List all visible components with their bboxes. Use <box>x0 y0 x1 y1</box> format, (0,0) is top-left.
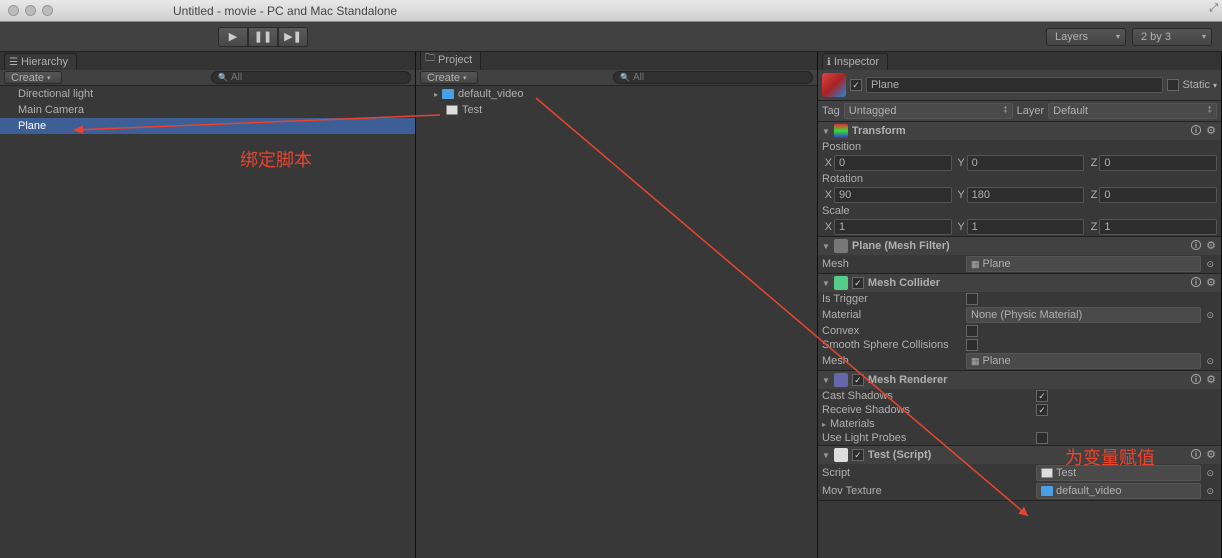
min-dot[interactable] <box>25 5 36 16</box>
gear-icon[interactable]: ⚙ <box>1205 240 1217 252</box>
foldout-icon[interactable]: ▼ <box>822 127 830 136</box>
rot-z-field[interactable]: 0 <box>1099 187 1217 203</box>
light-probes-checkbox[interactable] <box>1036 432 1048 444</box>
project-panel: 🗀Project Create All ▸default_video Test <box>416 52 818 558</box>
foldout-icon[interactable]: ▼ <box>822 242 830 251</box>
hierarchy-panel: ☰Hierarchy Create All Directional light … <box>0 52 416 558</box>
renderer-enabled-checkbox[interactable]: ✓ <box>852 374 864 386</box>
convex-checkbox[interactable] <box>966 325 978 337</box>
foldout-icon[interactable]: ▼ <box>822 376 830 385</box>
hierarchy-icon: ☰ <box>9 57 18 68</box>
window-titlebar: Untitled - movie - PC and Mac Standalone… <box>0 0 1222 22</box>
help-icon[interactable]: 🛈 <box>1190 277 1202 289</box>
pos-z-field[interactable]: 0 <box>1099 155 1217 171</box>
expand-icon[interactable]: ⤢ <box>1209 2 1218 15</box>
mesh-renderer-icon <box>834 373 848 387</box>
is-trigger-checkbox[interactable] <box>966 293 978 305</box>
folder-icon: 🗀 <box>425 51 435 68</box>
hierarchy-item[interactable]: Main Camera <box>0 102 415 118</box>
script-icon <box>446 105 458 115</box>
transform-icon <box>834 124 848 138</box>
inspector-tab[interactable]: ℹInspector <box>822 53 888 70</box>
collider-enabled-checkbox[interactable]: ✓ <box>852 277 864 289</box>
gameobject-cube-icon <box>822 73 846 97</box>
collider-mesh-field[interactable]: ▦Plane <box>966 353 1201 369</box>
rot-x-field[interactable]: 90 <box>834 187 952 203</box>
gear-icon[interactable]: ⚙ <box>1205 449 1217 461</box>
mesh-filter-icon <box>834 239 848 253</box>
help-icon[interactable]: 🛈 <box>1190 125 1202 137</box>
max-dot[interactable] <box>42 5 53 16</box>
hierarchy-search[interactable]: All <box>211 71 411 84</box>
test-script-component: ▼✓Test (Script)🛈⚙ ScriptTest Mov Texture… <box>818 446 1221 501</box>
play-controls: ▶ ❚❚ ▶❚ <box>218 27 308 47</box>
hierarchy-list: Directional light Main Camera Plane <box>0 86 415 558</box>
smooth-checkbox[interactable] <box>966 339 978 351</box>
main-toolbar: ▶ ❚❚ ▶❚ Layers 2 by 3 <box>0 22 1222 52</box>
help-icon[interactable]: 🛈 <box>1190 374 1202 386</box>
foldout-icon[interactable]: ▸ <box>822 420 826 429</box>
mesh-renderer-component: ▼✓Mesh Renderer🛈⚙ Cast Shadows✓ Receive … <box>818 371 1221 446</box>
step-button[interactable]: ▶❚ <box>278 27 308 47</box>
hierarchy-tab[interactable]: ☰Hierarchy <box>4 53 77 70</box>
pos-x-field[interactable]: 0 <box>834 155 952 171</box>
traffic-lights <box>8 5 53 16</box>
gear-icon[interactable]: ⚙ <box>1205 125 1217 137</box>
project-search[interactable]: All <box>613 71 813 84</box>
gear-icon[interactable]: ⚙ <box>1205 277 1217 289</box>
receive-shadows-checkbox[interactable]: ✓ <box>1036 404 1048 416</box>
rot-y-field[interactable]: 180 <box>967 187 1085 203</box>
scl-y-field[interactable]: 1 <box>967 219 1085 235</box>
movie-icon <box>1041 486 1053 496</box>
project-create-button[interactable]: Create <box>420 71 478 84</box>
scl-z-field[interactable]: 1 <box>1099 219 1217 235</box>
play-button[interactable]: ▶ <box>218 27 248 47</box>
script-field[interactable]: Test <box>1036 465 1201 481</box>
script-icon <box>1041 468 1053 478</box>
pause-button[interactable]: ❚❚ <box>248 27 278 47</box>
transform-component: ▼Transform🛈⚙ Position X0 Y0 Z0 Rotation … <box>818 122 1221 237</box>
active-checkbox[interactable]: ✓ <box>850 79 862 91</box>
tag-dropdown[interactable]: Untagged <box>844 103 1013 119</box>
mesh-filter-component: ▼Plane (Mesh Filter)🛈⚙ Mesh▦Plane <box>818 237 1221 274</box>
mesh-field[interactable]: ▦Plane <box>966 256 1201 272</box>
cast-shadows-checkbox[interactable]: ✓ <box>1036 390 1048 402</box>
hierarchy-create-button[interactable]: Create <box>4 71 62 84</box>
physic-material-field[interactable]: None (Physic Material) <box>966 307 1201 323</box>
layers-dropdown[interactable]: Layers <box>1046 28 1126 46</box>
mesh-collider-icon <box>834 276 848 290</box>
layout-dropdown[interactable]: 2 by 3 <box>1132 28 1212 46</box>
movie-icon <box>442 89 454 99</box>
hierarchy-item-selected[interactable]: Plane <box>0 118 415 134</box>
help-icon[interactable]: 🛈 <box>1190 240 1202 252</box>
close-dot[interactable] <box>8 5 19 16</box>
mov-texture-field[interactable]: default_video <box>1036 483 1201 499</box>
foldout-icon[interactable]: ▼ <box>822 451 830 460</box>
script-enabled-checkbox[interactable]: ✓ <box>852 449 864 461</box>
gear-icon[interactable]: ⚙ <box>1205 374 1217 386</box>
static-toggle[interactable]: Static▾ <box>1167 79 1217 91</box>
foldout-icon[interactable]: ▼ <box>822 279 830 288</box>
project-item[interactable]: ▸default_video <box>416 86 817 102</box>
tag-label: Tag <box>822 105 840 117</box>
inspector-panel: ℹInspector ✓ Plane Static▾ Tag Untagged … <box>818 52 1222 558</box>
layer-dropdown[interactable]: Default <box>1048 103 1217 119</box>
project-list: ▸default_video Test <box>416 86 817 558</box>
window-title: Untitled - movie - PC and Mac Standalone <box>173 4 397 18</box>
pos-y-field[interactable]: 0 <box>967 155 1085 171</box>
info-icon: ℹ <box>827 57 831 68</box>
project-item[interactable]: Test <box>416 102 817 118</box>
mesh-asset-icon: ▦ <box>971 259 980 270</box>
script-component-icon <box>834 448 848 462</box>
inspector-header: ✓ Plane Static▾ <box>818 70 1221 101</box>
object-name-field[interactable]: Plane <box>866 77 1163 93</box>
expand-arrow-icon[interactable]: ▸ <box>434 90 438 99</box>
help-icon[interactable]: 🛈 <box>1190 449 1202 461</box>
mesh-asset-icon: ▦ <box>971 356 980 367</box>
mesh-collider-component: ▼✓Mesh Collider🛈⚙ Is Trigger MaterialNon… <box>818 274 1221 371</box>
hierarchy-item[interactable]: Directional light <box>0 86 415 102</box>
scl-x-field[interactable]: 1 <box>834 219 952 235</box>
layer-label: Layer <box>1017 105 1045 117</box>
